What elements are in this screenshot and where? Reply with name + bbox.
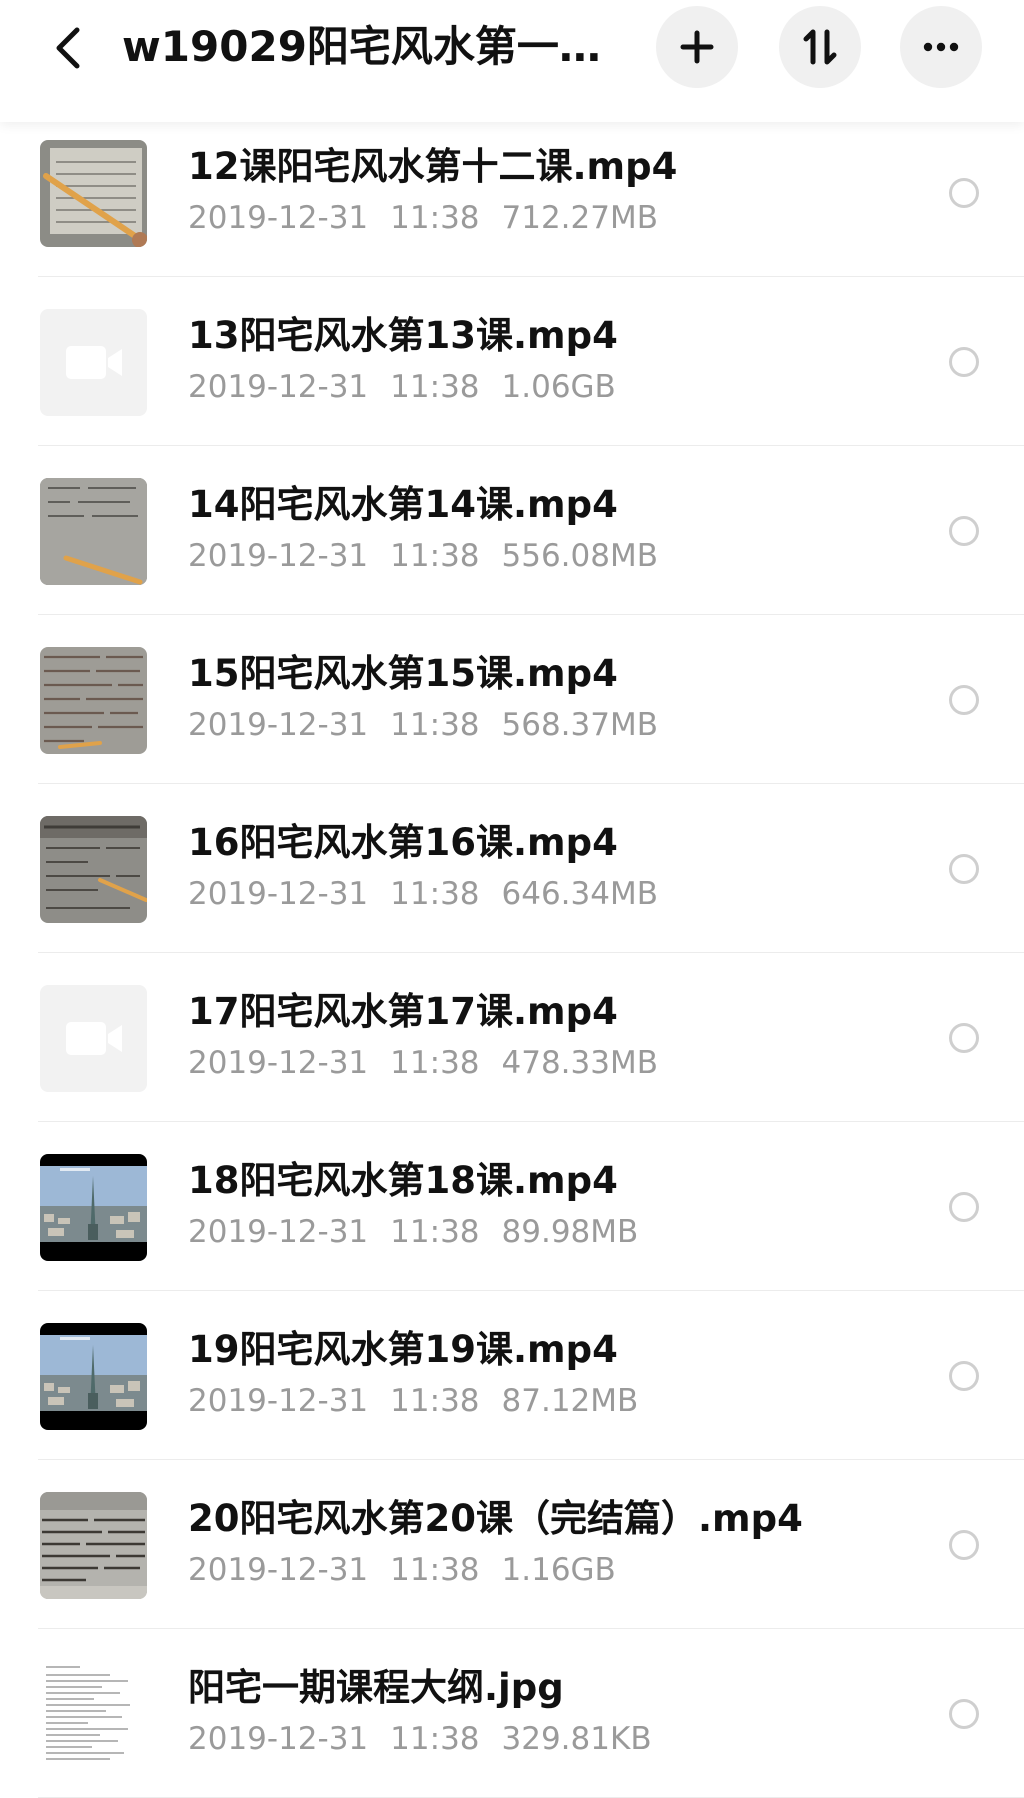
select-radio[interactable] bbox=[949, 347, 979, 377]
file-date: 2019-12-31 bbox=[188, 1383, 369, 1419]
video-thumbnail bbox=[40, 140, 147, 247]
file-name: 16阳宅风水第16课.mp4 bbox=[188, 821, 618, 864]
file-meta: 2019-12-31 11:38 712.27MB bbox=[188, 196, 680, 240]
file-size: 712.27MB bbox=[501, 200, 658, 236]
file-row[interactable]: 12课阳宅风水第十二课.mp4 2019-12-31 11:38 712.27MB bbox=[0, 108, 1024, 277]
video-thumbnail bbox=[40, 816, 147, 923]
top-bar: w19029阳宅风水第一... bbox=[0, 0, 1024, 122]
file-name: 14阳宅风水第14课.mp4 bbox=[188, 483, 618, 526]
file-meta: 2019-12-31 11:38 478.33MB bbox=[188, 1041, 680, 1085]
file-time: 11:38 bbox=[390, 538, 480, 574]
file-date: 2019-12-31 bbox=[188, 369, 369, 405]
sort-icon bbox=[803, 29, 837, 65]
file-time: 11:38 bbox=[390, 1721, 480, 1757]
file-name: 18阳宅风水第18课.mp4 bbox=[188, 1159, 618, 1202]
more-button[interactable] bbox=[900, 6, 982, 88]
file-size: 1.16GB bbox=[501, 1552, 616, 1588]
file-date: 2019-12-31 bbox=[188, 707, 369, 743]
file-name: 19阳宅风水第19课.mp4 bbox=[188, 1328, 618, 1371]
file-row[interactable]: 阳宅一期课程大纲.jpg 2019-12-31 11:38 329.81KB bbox=[0, 1629, 1024, 1798]
file-row[interactable]: 16阳宅风水第16课.mp4 2019-12-31 11:38 646.34MB bbox=[0, 784, 1024, 953]
file-name: 15阳宅风水第15课.mp4 bbox=[188, 652, 618, 695]
file-row[interactable]: 18阳宅风水第18课.mp4 2019-12-31 11:38 89.98MB bbox=[0, 1122, 1024, 1291]
select-radio[interactable] bbox=[949, 1192, 979, 1222]
file-row[interactable]: 19阳宅风水第19课.mp4 2019-12-31 11:38 87.12MB bbox=[0, 1291, 1024, 1460]
file-meta: 2019-12-31 11:38 89.98MB bbox=[188, 1210, 660, 1254]
file-meta: 2019-12-31 11:38 1.06GB bbox=[188, 365, 638, 409]
file-date: 2019-12-31 bbox=[188, 538, 369, 574]
file-meta: 2019-12-31 11:38 1.16GB bbox=[188, 1548, 638, 1592]
chevron-left-icon bbox=[56, 27, 80, 69]
file-time: 11:38 bbox=[390, 1383, 480, 1419]
file-size: 646.34MB bbox=[501, 876, 658, 912]
file-time: 11:38 bbox=[390, 1045, 480, 1081]
file-meta: 2019-12-31 11:38 556.08MB bbox=[188, 534, 680, 578]
file-row[interactable]: 14阳宅风水第14课.mp4 2019-12-31 11:38 556.08MB bbox=[0, 446, 1024, 615]
select-radio[interactable] bbox=[949, 854, 979, 884]
file-name: 阳宅一期课程大纲.jpg bbox=[188, 1666, 564, 1709]
sort-button[interactable] bbox=[779, 6, 861, 88]
file-date: 2019-12-31 bbox=[188, 1721, 369, 1757]
select-radio[interactable] bbox=[949, 1699, 979, 1729]
file-size: 1.06GB bbox=[501, 369, 616, 405]
file-time: 11:38 bbox=[390, 369, 480, 405]
file-row[interactable]: 13阳宅风水第13课.mp4 2019-12-31 11:38 1.06GB bbox=[0, 277, 1024, 446]
file-date: 2019-12-31 bbox=[188, 1552, 369, 1588]
video-thumbnail bbox=[40, 1323, 147, 1430]
more-horizontal-icon bbox=[923, 42, 959, 52]
file-date: 2019-12-31 bbox=[188, 200, 369, 236]
select-radio[interactable] bbox=[949, 516, 979, 546]
select-radio[interactable] bbox=[949, 1530, 979, 1560]
select-radio[interactable] bbox=[949, 685, 979, 715]
file-date: 2019-12-31 bbox=[188, 876, 369, 912]
plus-icon bbox=[680, 30, 714, 64]
video-thumbnail bbox=[40, 1492, 147, 1599]
file-time: 11:38 bbox=[390, 707, 480, 743]
file-size: 568.37MB bbox=[501, 707, 658, 743]
video-placeholder-icon bbox=[40, 309, 147, 416]
back-button[interactable] bbox=[38, 18, 98, 78]
select-radio[interactable] bbox=[949, 1023, 979, 1053]
file-list: 12课阳宅风水第十二课.mp4 2019-12-31 11:38 712.27MB … bbox=[0, 108, 1024, 1798]
select-radio[interactable] bbox=[949, 1361, 979, 1391]
file-time: 11:38 bbox=[390, 200, 480, 236]
file-meta: 2019-12-31 11:38 568.37MB bbox=[188, 703, 680, 747]
file-size: 556.08MB bbox=[501, 538, 658, 574]
file-size: 89.98MB bbox=[501, 1214, 639, 1250]
add-button[interactable] bbox=[656, 6, 738, 88]
video-placeholder-icon bbox=[40, 985, 147, 1092]
file-time: 11:38 bbox=[390, 1214, 480, 1250]
file-name: 17阳宅风水第17课.mp4 bbox=[188, 990, 618, 1033]
select-radio[interactable] bbox=[949, 178, 979, 208]
file-row[interactable]: 15阳宅风水第15课.mp4 2019-12-31 11:38 568.37MB bbox=[0, 615, 1024, 784]
video-thumbnail bbox=[40, 647, 147, 754]
file-size: 87.12MB bbox=[501, 1383, 639, 1419]
file-size: 329.81KB bbox=[501, 1721, 652, 1757]
video-thumbnail bbox=[40, 1154, 147, 1261]
file-meta: 2019-12-31 11:38 329.81KB bbox=[188, 1717, 674, 1761]
file-name: 12课阳宅风水第十二课.mp4 bbox=[188, 145, 678, 188]
folder-title: w19029阳宅风水第一... bbox=[122, 22, 602, 71]
file-meta: 2019-12-31 11:38 87.12MB bbox=[188, 1379, 660, 1423]
file-date: 2019-12-31 bbox=[188, 1214, 369, 1250]
file-size: 478.33MB bbox=[501, 1045, 658, 1081]
file-row[interactable]: 20阳宅风水第20课（完结篇）.mp4 2019-12-31 11:38 1.16G… bbox=[0, 1460, 1024, 1629]
file-time: 11:38 bbox=[390, 876, 480, 912]
file-meta: 2019-12-31 11:38 646.34MB bbox=[188, 872, 680, 916]
file-name: 20阳宅风水第20课（完结篇）.mp4 bbox=[188, 1497, 803, 1540]
file-date: 2019-12-31 bbox=[188, 1045, 369, 1081]
file-time: 11:38 bbox=[390, 1552, 480, 1588]
video-thumbnail bbox=[40, 478, 147, 585]
file-name: 13阳宅风水第13课.mp4 bbox=[188, 314, 618, 357]
image-thumbnail bbox=[40, 1661, 147, 1768]
file-row[interactable]: 17阳宅风水第17课.mp4 2019-12-31 11:38 478.33MB bbox=[0, 953, 1024, 1122]
